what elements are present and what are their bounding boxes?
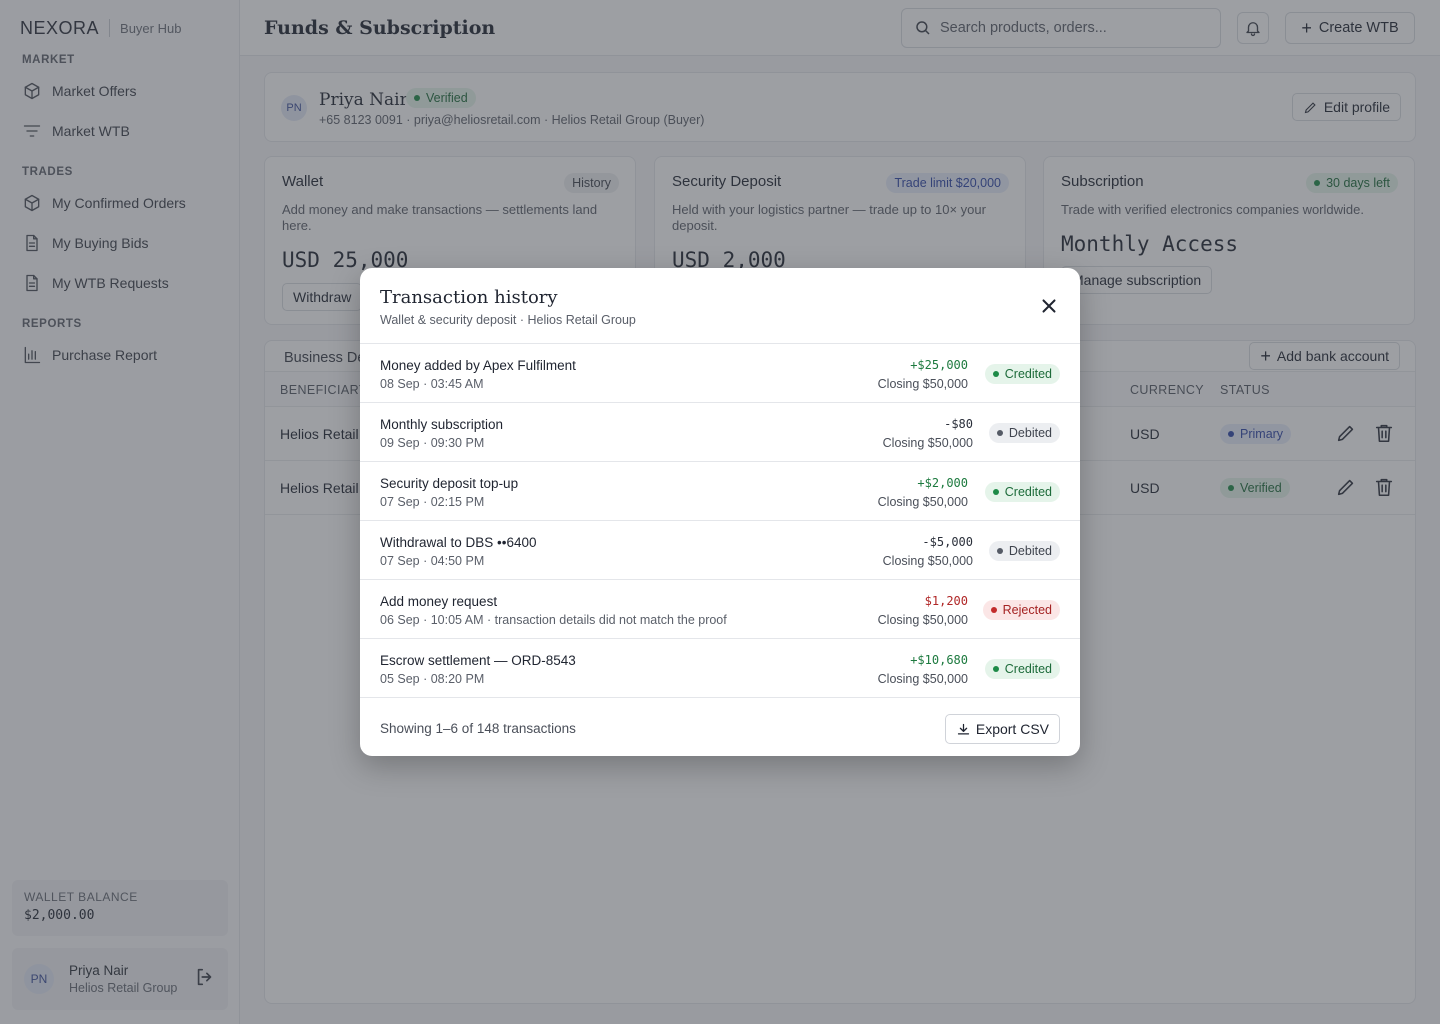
status-badge: Debited [988,541,1060,561]
status-label: Rejected [1002,603,1052,617]
status-dot [992,371,999,377]
transaction-date: 05 Sep · 08:20 PM [380,672,485,686]
transaction-date: 07 Sep · 02:15 PM [380,495,485,509]
close-icon[interactable] [1038,295,1060,317]
closing-balance: Closing $50,000 [877,377,968,391]
closing-balance: Closing $50,000 [877,495,968,509]
closing-balance: Closing $50,000 [877,672,968,686]
transaction-name: Withdrawal to DBS ••6400 [380,535,537,550]
transaction-amount: +$2,000 [917,476,968,490]
download-icon [957,723,969,734]
transaction-row: Escrow settlement — ORD-8543 05 Sep · 08:… [360,639,1080,698]
status-badge: Debited [988,423,1060,443]
transaction-name: Security deposit top-up [380,476,519,491]
transaction-date: 07 Sep · 04:50 PM [380,554,485,568]
transaction-amount: -$5,000 [922,535,973,549]
export-csv-label: Export CSV [975,721,1049,737]
transaction-name: Money added by Apex Fulfilment [380,358,576,373]
transaction-row: Monthly subscription 09 Sep · 09:30 PM -$8… [360,403,1080,462]
transaction-name: Escrow settlement — ORD-8543 [380,653,576,668]
transaction-name: Add money request [380,594,498,609]
status-badge: Credited [984,659,1060,679]
transaction-name: Monthly subscription [380,417,504,432]
status-badge: Credited [984,482,1060,502]
status-badge: Rejected [982,600,1060,620]
transaction-row: Withdrawal to DBS ••6400 07 Sep · 04:50 P… [360,521,1080,580]
export-csv-button[interactable]: Export CSV [944,714,1060,744]
status-label: Credited [1004,662,1052,676]
transaction-row: Security deposit top-up 07 Sep · 02:15 PM… [360,462,1080,521]
status-label: Debited [1008,544,1052,558]
status-dot [992,489,999,495]
transaction-row: Money added by Apex Fulfilment 08 Sep · 0… [360,344,1080,403]
transaction-history-modal: Transaction history Wallet & security de… [360,268,1080,756]
status-dot [990,607,997,613]
modal-title: Transaction history [380,287,558,308]
status-badge: Credited [984,364,1060,384]
status-label: Credited [1004,485,1052,499]
modal-footer: Showing 1–6 of 148 transactions Export C… [360,702,1080,756]
closing-balance: Closing $50,000 [882,554,973,568]
modal-header: Transaction history Wallet & security de… [360,268,1080,344]
modal-subtitle: Wallet & security deposit · Helios Retai… [380,313,636,327]
closing-balance: Closing $50,000 [882,436,973,450]
transaction-amount: +$25,000 [910,358,968,372]
status-dot [996,548,1003,554]
transaction-date: 09 Sep · 09:30 PM [380,436,485,450]
status-dot [992,666,999,672]
status-label: Credited [1004,367,1052,381]
transaction-date: 06 Sep · 10:05 AM · transaction details … [380,613,727,627]
transaction-amount: -$80 [944,417,973,431]
transaction-amount: +$10,680 [910,653,968,667]
transaction-amount: $1,200 [924,594,968,608]
status-dot [996,430,1003,436]
pagination-text: Showing 1–6 of 148 transactions [380,721,576,736]
transaction-date: 08 Sep · 03:45 AM [380,377,484,391]
transaction-row: Add money request 06 Sep · 10:05 AM · tra… [360,580,1080,639]
closing-balance: Closing $50,000 [877,613,968,627]
status-label: Debited [1008,426,1052,440]
